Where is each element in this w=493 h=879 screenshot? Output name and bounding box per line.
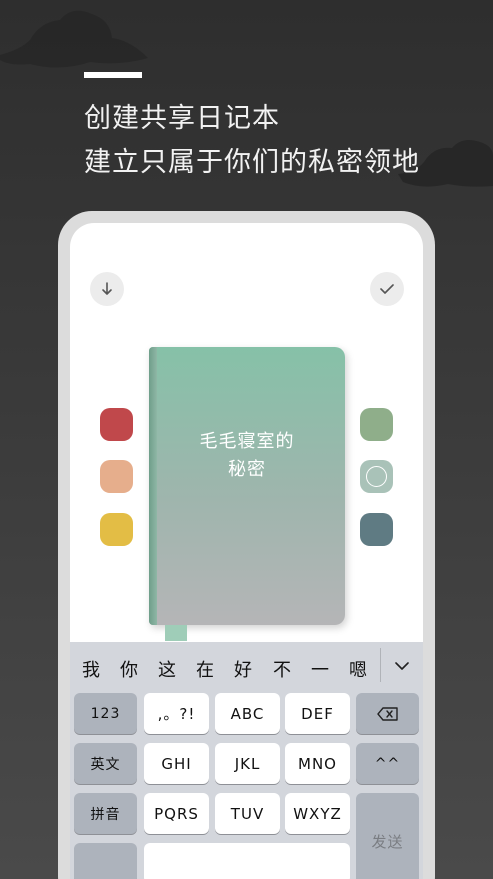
confirm-button[interactable] bbox=[370, 272, 404, 306]
headline-line-1: 创建共享日记本 bbox=[84, 103, 280, 134]
key-pinyin[interactable]: 拼音 bbox=[74, 793, 137, 834]
candidate-5[interactable]: 好 bbox=[234, 656, 252, 682]
key-ghi[interactable]: GHI bbox=[144, 743, 209, 784]
down-arrow-icon bbox=[102, 282, 112, 295]
color-swatch-mint-selected[interactable] bbox=[360, 460, 393, 493]
candidate-4[interactable]: 在 bbox=[196, 656, 214, 682]
notebook-title-line-2: 秘密 bbox=[228, 459, 266, 480]
notebook-title-line-1: 毛毛寝室的 bbox=[199, 431, 295, 452]
candidate-8[interactable]: 嗯 bbox=[349, 656, 367, 682]
color-swatch-peach[interactable] bbox=[100, 460, 133, 493]
headline-line-2: 建立只属于你们的私密领地 bbox=[84, 147, 420, 178]
key-abc[interactable]: ABC bbox=[215, 693, 280, 734]
color-swatch-red[interactable] bbox=[100, 408, 133, 441]
key-tuv[interactable]: TUV bbox=[215, 793, 280, 834]
key-numbers[interactable]: 123 bbox=[74, 693, 137, 734]
notebook-ribbon bbox=[165, 625, 187, 641]
phone-screen: 毛毛寝室的 秘密 我 你 这 在 好 不 一 嗯 123 ,。?! ABC DE… bbox=[70, 223, 423, 879]
notebook-cover[interactable]: 毛毛寝室的 秘密 bbox=[149, 347, 345, 641]
notebook-spine bbox=[149, 347, 157, 625]
candidate-6[interactable]: 不 bbox=[273, 656, 291, 682]
candidate-bar: 我 你 这 在 好 不 一 嗯 bbox=[70, 642, 423, 688]
candidate-7[interactable]: 一 bbox=[311, 656, 329, 682]
candidate-2[interactable]: 你 bbox=[120, 656, 138, 682]
key-delete[interactable] bbox=[356, 693, 419, 734]
color-swatch-sage[interactable] bbox=[360, 408, 393, 441]
selected-ring bbox=[366, 466, 387, 487]
color-swatch-yellow[interactable] bbox=[100, 513, 133, 546]
candidate-1[interactable]: 我 bbox=[82, 656, 100, 682]
candidate-3[interactable]: 这 bbox=[158, 656, 176, 682]
color-swatch-slate[interactable] bbox=[360, 513, 393, 546]
key-emoticon[interactable]: ^^ bbox=[356, 743, 419, 784]
key-def[interactable]: DEF bbox=[285, 693, 350, 734]
keyboard: 我 你 这 在 好 不 一 嗯 123 ,。?! ABC DEF 英文 GHI … bbox=[70, 642, 423, 879]
back-button[interactable] bbox=[90, 272, 124, 306]
chevron-down-icon bbox=[395, 661, 409, 670]
candidate-separator bbox=[380, 648, 381, 682]
check-icon bbox=[380, 284, 394, 294]
accent-bar bbox=[84, 72, 142, 78]
key-row4-left[interactable] bbox=[74, 843, 137, 879]
collapse-candidates-button[interactable] bbox=[390, 656, 414, 676]
key-mno[interactable]: MNO bbox=[285, 743, 350, 784]
key-jkl[interactable]: JKL bbox=[215, 743, 280, 784]
key-punctuation[interactable]: ,。?! bbox=[144, 693, 209, 734]
key-wxyz[interactable]: WXYZ bbox=[285, 793, 350, 834]
backspace-icon bbox=[376, 706, 398, 721]
cloud-top-left bbox=[0, 10, 148, 68]
key-row4-space[interactable] bbox=[144, 843, 350, 879]
key-english[interactable]: 英文 bbox=[74, 743, 137, 784]
key-pqrs[interactable]: PQRS bbox=[144, 793, 209, 834]
send-button[interactable]: 发送 bbox=[356, 793, 419, 879]
